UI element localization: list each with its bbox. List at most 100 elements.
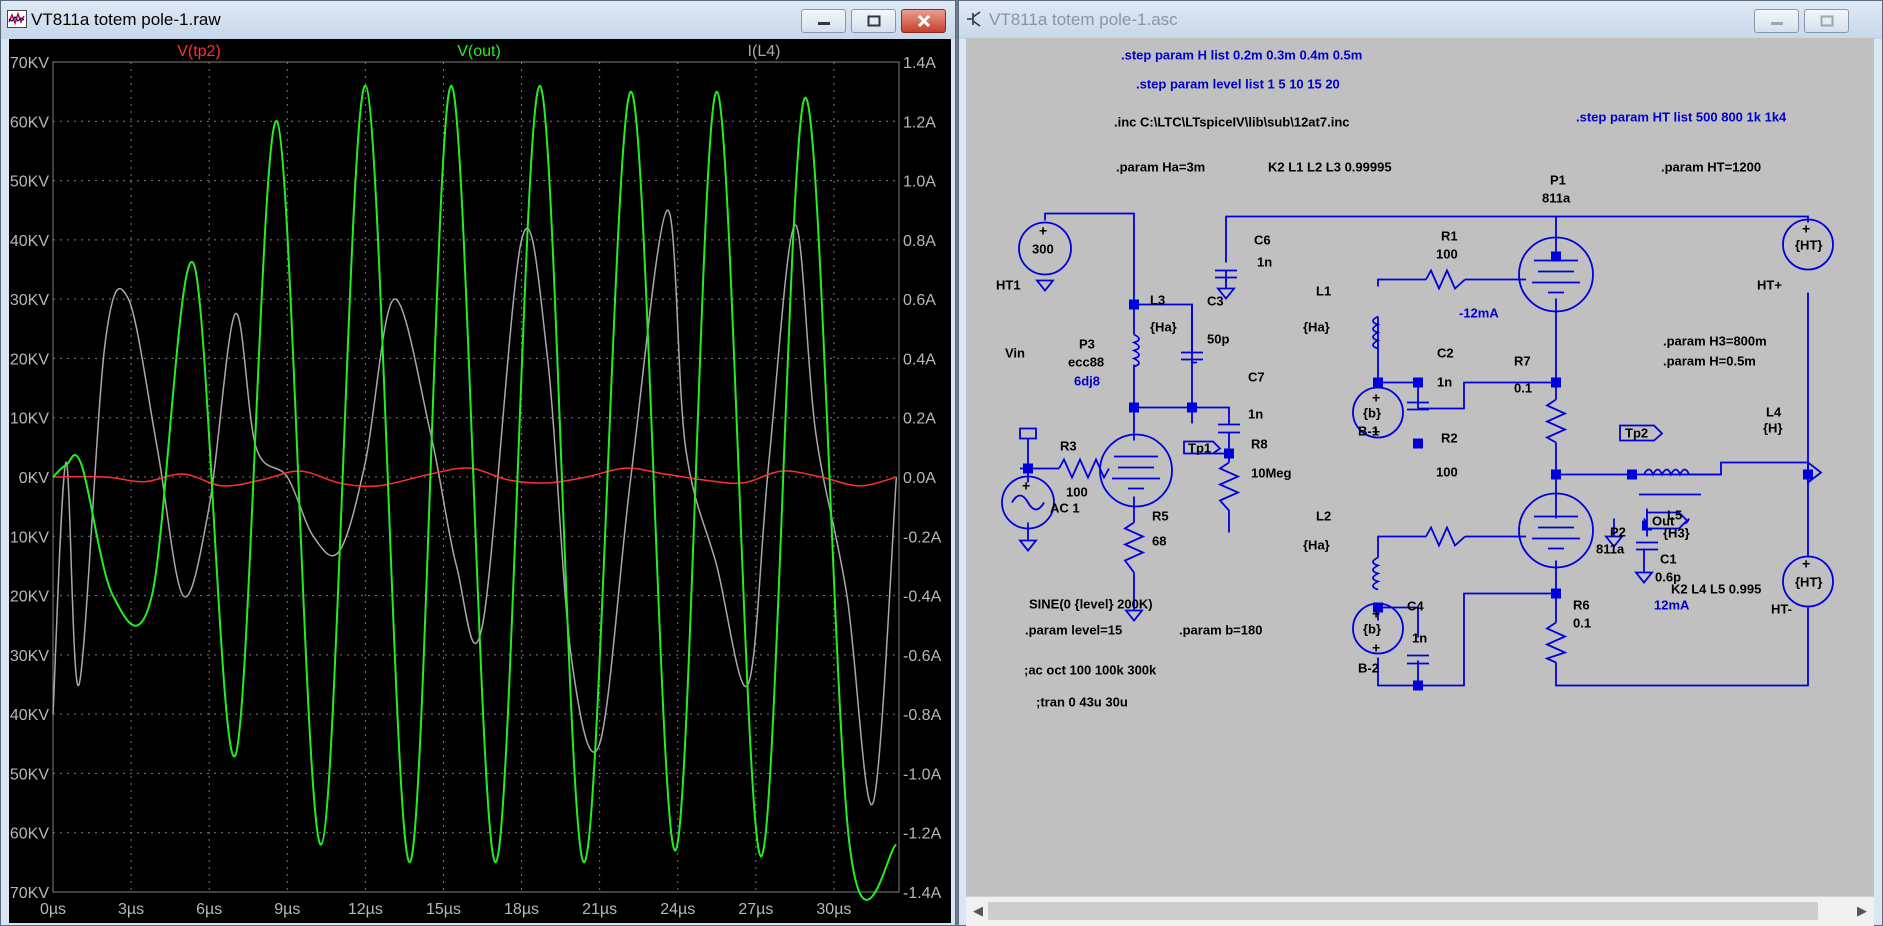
label-ac: AC 1: [1050, 501, 1080, 516]
input-ac-icon: [1019, 427, 1037, 440]
spice-directive[interactable]: K2 L4 L5 0.995: [1671, 582, 1761, 597]
svg-text:+: +: [1372, 640, 1380, 656]
y-left-tick-label: 50KV: [10, 174, 49, 191]
label-tp2: Tp2: [1625, 426, 1648, 441]
label-c6v: 1n: [1257, 255, 1272, 270]
label-c3: C3: [1207, 294, 1224, 309]
label-tp1: Tp1: [1188, 441, 1211, 456]
ground-icon: [1124, 609, 1144, 622]
minimize-icon: [817, 22, 830, 25]
ground-icon: [1035, 279, 1055, 292]
maximize-button[interactable]: [851, 9, 896, 33]
ground-icon: [1634, 571, 1654, 584]
spice-directive[interactable]: .inc C:\LTC\LTspiceIV\lib\sub\12at7.inc: [1114, 115, 1350, 130]
y-right-tick-label: -1.0A: [903, 766, 942, 783]
capacitor-c7-icon: [1218, 423, 1240, 442]
spice-directive[interactable]: SINE(0 {level} 200K): [1029, 597, 1153, 612]
label-r8: R8: [1251, 437, 1268, 452]
y-right-tick-label: -1.2A: [903, 826, 942, 843]
label-out: Out: [1652, 514, 1675, 529]
minimize-icon: [1770, 22, 1783, 25]
schematic-titlebar[interactable]: VT811a totem pole-1.asc: [959, 1, 1882, 39]
label-l3v: {Ha}: [1150, 320, 1177, 335]
label-htv: {HT}: [1795, 238, 1822, 253]
schematic-minimize-button[interactable]: [1754, 9, 1799, 33]
waveform-plot[interactable]: 70KV 60KV 50KV 40KV 30KV 20KV 10KV 0KV -10KV -20K…: [9, 39, 951, 923]
label-c3v: 50p: [1207, 332, 1229, 347]
y-right-tick-label: 0.8A: [903, 233, 936, 250]
schematic-window-title: VT811a totem pole-1.asc: [989, 10, 1178, 29]
maximize-icon: [1820, 15, 1833, 27]
x-tick-label: 30µs: [816, 901, 851, 918]
resistor-r1-icon: [1425, 268, 1466, 291]
label-p3: P3: [1079, 337, 1095, 352]
y-right-tick-label: 1.4A: [903, 55, 936, 72]
waveform-window-title: VT811a totem pole-1.raw: [31, 10, 221, 29]
schematic-maximize-button[interactable]: [1804, 9, 1849, 33]
x-tick-label: 0µs: [40, 901, 66, 918]
spice-directive[interactable]: .step param HT list 500 800 1k 1k4: [1576, 110, 1787, 125]
label-i2: 12mA: [1654, 598, 1690, 613]
spice-directive[interactable]: .step param H list 0.2m 0.3m 0.4m 0.5m: [1121, 48, 1362, 63]
label-htm: HT-: [1771, 602, 1792, 617]
resistor-r6-icon: [1544, 621, 1568, 664]
y-left-tick-label: -40KV: [9, 707, 49, 724]
label-r3: R3: [1060, 439, 1077, 454]
spice-directive[interactable]: ;tran 0 43u 30u: [1036, 695, 1128, 710]
label-c7v: 1n: [1248, 407, 1263, 422]
label-c2: C2: [1437, 346, 1454, 361]
x-tick-label: 9µs: [274, 901, 300, 918]
spice-directive[interactable]: K2 L1 L2 L3 0.99995: [1268, 160, 1392, 175]
tube-p3-icon: [1099, 433, 1173, 508]
label-c6: C6: [1254, 233, 1271, 248]
label-c7: C7: [1248, 370, 1265, 385]
label-r3v: 100: [1066, 485, 1088, 500]
y-left-tick-label: 20KV: [10, 351, 49, 368]
label-htv-2: {HT}: [1795, 575, 1822, 590]
spice-directive[interactable]: .param Ha=3m: [1116, 160, 1205, 175]
label-r7v: 0.1: [1514, 381, 1532, 396]
label-vin: Vin: [1005, 346, 1025, 361]
minimize-button[interactable]: [801, 9, 846, 33]
y-right-tick-label: 0.6A: [903, 292, 936, 309]
label-bv-2: {b}: [1363, 622, 1381, 637]
schematic-canvas[interactable]: + ++ +++ ++ .step param H list 0.2m 0.3m …: [966, 38, 1874, 925]
x-tick-label: 27µs: [738, 901, 773, 918]
spice-directive[interactable]: .param HT=1200: [1661, 160, 1761, 175]
waveform-titlebar[interactable]: VT811a totem pole-1.raw: [1, 1, 955, 39]
legend-entry[interactable]: V(tp2): [177, 43, 221, 60]
spice-directive[interactable]: ;ac oct 100 100k 300k: [1024, 663, 1157, 678]
waveform-app-icon: [7, 10, 27, 28]
label-p2: P2: [1610, 525, 1626, 540]
scroll-left-icon[interactable]: ◀: [973, 903, 983, 919]
svg-text:+: +: [1802, 556, 1810, 572]
label-r8v: 10Meg: [1251, 466, 1292, 481]
label-r2v: 100: [1436, 465, 1458, 480]
spice-directive[interactable]: .param H=0.5m: [1663, 354, 1756, 369]
label-b2: B-2: [1358, 661, 1379, 676]
label-b1: B-1: [1358, 424, 1379, 439]
y-right-tick-label: -0.2A: [903, 529, 942, 546]
spice-directive[interactable]: .param level=15: [1025, 623, 1122, 638]
horizontal-scrollbar[interactable]: ◀ ▶: [966, 896, 1874, 926]
y-right-tick-label: -0.6A: [903, 648, 942, 665]
label-r1v: 100: [1436, 247, 1458, 262]
spice-directive[interactable]: .param b=180: [1179, 623, 1262, 638]
y-left-tick-label: 0KV: [19, 470, 50, 487]
y-right-tick-label: 0.4A: [903, 351, 936, 368]
y-right-tick-label: -0.4A: [903, 589, 942, 606]
inductor-l3-icon: [1131, 333, 1140, 368]
legend-entry[interactable]: I(L4): [748, 43, 781, 60]
spice-directive[interactable]: .param H3=800m: [1663, 334, 1767, 349]
scroll-thumb[interactable]: [988, 902, 1818, 920]
y-left-tick-label: -60KV: [9, 826, 49, 843]
svg-text:+: +: [1372, 390, 1380, 406]
label-c2v: 1n: [1437, 375, 1452, 390]
label-l1: L1: [1316, 284, 1331, 299]
legend-entry[interactable]: V(out): [457, 43, 501, 60]
y-left-tick-label: 60KV: [10, 114, 49, 131]
x-tick-label: 6µs: [196, 901, 222, 918]
scroll-right-icon[interactable]: ▶: [1857, 903, 1867, 919]
spice-directive[interactable]: .step param level list 1 5 10 15 20: [1136, 77, 1340, 92]
close-button[interactable]: [901, 9, 946, 33]
